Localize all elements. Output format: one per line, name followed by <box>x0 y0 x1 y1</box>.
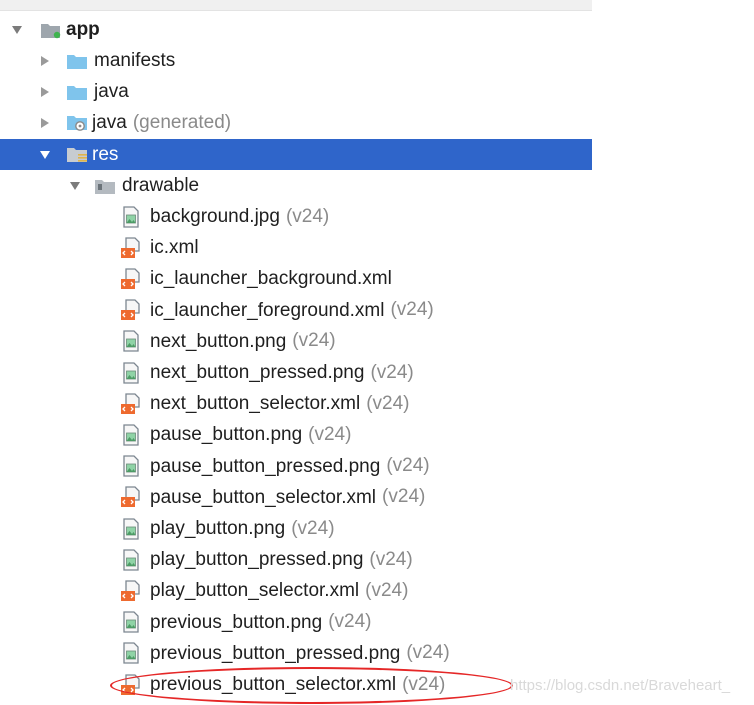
xml-file-icon <box>120 393 142 414</box>
image-file-icon <box>120 424 142 446</box>
file-name-label: ic_launcher_foreground.xml <box>150 299 385 321</box>
image-file-icon <box>120 517 142 540</box>
file-qualifier-suffix: (v24) <box>292 330 336 352</box>
file-qualifier-suffix: (v24) <box>366 392 410 414</box>
file-qualifier-suffix: (v24) <box>382 486 426 508</box>
tree-node-label: drawable <box>122 175 200 196</box>
resources-folder-icon <box>66 145 88 165</box>
tree-node-file[interactable]: next_button.png (v24) <box>0 326 592 357</box>
file-name-label: background.jpg <box>150 206 280 227</box>
file-qualifier-suffix: (v24) <box>291 517 335 539</box>
image-file-icon <box>120 205 142 228</box>
file-name-label: pause_button.png <box>150 424 303 446</box>
tree-node-java[interactable]: java <box>0 76 592 107</box>
xml-file-icon <box>120 673 142 695</box>
file-qualifier-suffix: (v24) <box>390 299 434 321</box>
folder-icon <box>94 176 116 196</box>
tree-node-file[interactable]: ic_launcher_foreground.xml (v24) <box>0 295 592 326</box>
xml-file-icon <box>120 237 142 258</box>
expand-arrow-icon[interactable] <box>10 23 24 37</box>
image-file-icon <box>120 642 142 664</box>
expand-arrow-icon[interactable] <box>38 148 52 162</box>
tree-node-manifests[interactable]: manifests <box>0 45 592 76</box>
file-name-label: next_button_selector.xml <box>150 393 361 415</box>
expand-arrow-icon[interactable] <box>68 179 82 193</box>
file-qualifier-suffix: (v24) <box>369 548 413 570</box>
image-file-icon <box>120 549 142 571</box>
tree-node-file[interactable]: previous_button_selector.xml (v24) <box>0 669 592 700</box>
tree-node-file[interactable]: next_button_selector.xml (v24) <box>0 388 592 419</box>
file-qualifier-suffix: (v24) <box>406 642 450 664</box>
tree-node-file[interactable]: previous_button_pressed.png (v24) <box>0 638 592 669</box>
collapse-arrow-icon[interactable] <box>38 54 52 68</box>
tree-node-file[interactable]: ic.xml <box>0 232 592 263</box>
file-name-label: ic.xml <box>150 237 199 259</box>
tree-node-suffix: (generated) <box>132 111 232 133</box>
watermark: https://blog.csdn.net/Braveheart_ <box>510 677 731 694</box>
tree-node-file[interactable]: pause_button.png (v24) <box>0 419 592 450</box>
tree-node-label: java <box>94 81 129 102</box>
file-qualifier-suffix: (v24) <box>365 579 409 601</box>
xml-file-icon <box>120 486 142 508</box>
tree-node-app[interactable]: app <box>0 14 592 45</box>
tree-node-file[interactable]: pause_button_selector.xml (v24) <box>0 482 592 513</box>
module-folder-icon <box>40 20 62 40</box>
tree-node-drawable[interactable]: drawable <box>0 170 592 201</box>
tree-node-label: res <box>92 144 119 165</box>
tree-node-label: manifests <box>94 50 176 71</box>
file-qualifier-suffix: (v24) <box>386 455 430 477</box>
file-name-label: play_button_pressed.png <box>150 549 364 571</box>
tree-node-file[interactable]: background.jpg (v24) <box>0 201 592 232</box>
tree-node-file[interactable]: ic_launcher_background.xml <box>0 263 592 294</box>
tree-node-file[interactable]: pause_button_pressed.png (v24) <box>0 451 592 482</box>
file-name-label: play_button_selector.xml <box>150 580 360 602</box>
tree-node-java-generated[interactable]: java (generated) <box>0 107 592 138</box>
tree-node-file[interactable]: play_button.png (v24) <box>0 513 592 544</box>
folder-icon <box>66 51 88 71</box>
file-name-label: previous_button_pressed.png <box>150 642 401 664</box>
file-name-label: ic_launcher_background.xml <box>150 268 392 290</box>
image-file-icon <box>120 611 142 633</box>
file-qualifier-suffix: (v24) <box>328 611 372 633</box>
file-name-label: pause_button_selector.xml <box>150 486 377 508</box>
file-qualifier-suffix: (v24) <box>402 673 446 695</box>
file-qualifier-suffix: (v24) <box>370 361 414 383</box>
tree-node-file[interactable]: play_button_pressed.png (v24) <box>0 544 592 575</box>
xml-file-icon <box>120 299 142 321</box>
file-name-label: play_button.png <box>150 518 286 539</box>
file-qualifier-suffix: (v24) <box>308 423 352 445</box>
xml-file-icon <box>120 268 142 289</box>
generated-folder-icon <box>66 113 88 133</box>
tree-node-label: java <box>92 112 127 133</box>
tree-node-file[interactable]: next_button_pressed.png (v24) <box>0 357 592 388</box>
panel-top-strip <box>0 0 592 11</box>
xml-file-icon <box>120 580 142 601</box>
file-qualifier-suffix: (v24) <box>285 205 330 227</box>
image-file-icon <box>120 361 142 384</box>
file-name-label: previous_button.png <box>150 611 323 633</box>
collapse-arrow-icon[interactable] <box>38 85 52 99</box>
collapse-arrow-icon[interactable] <box>38 116 52 130</box>
file-name-label: previous_button_selector.xml <box>150 674 397 695</box>
image-file-icon <box>120 330 142 352</box>
tree-node-file[interactable]: play_button_selector.xml (v24) <box>0 575 592 606</box>
file-name-label: next_button_pressed.png <box>150 362 365 383</box>
folder-icon <box>66 82 88 102</box>
file-name-label: pause_button_pressed.png <box>150 455 381 477</box>
image-file-icon <box>120 455 142 477</box>
tree-node-label: app <box>66 19 100 40</box>
tree-node-file[interactable]: previous_button.png (v24) <box>0 607 592 638</box>
file-name-label: next_button.png <box>150 330 287 352</box>
tree-node-res[interactable]: res <box>0 139 592 170</box>
